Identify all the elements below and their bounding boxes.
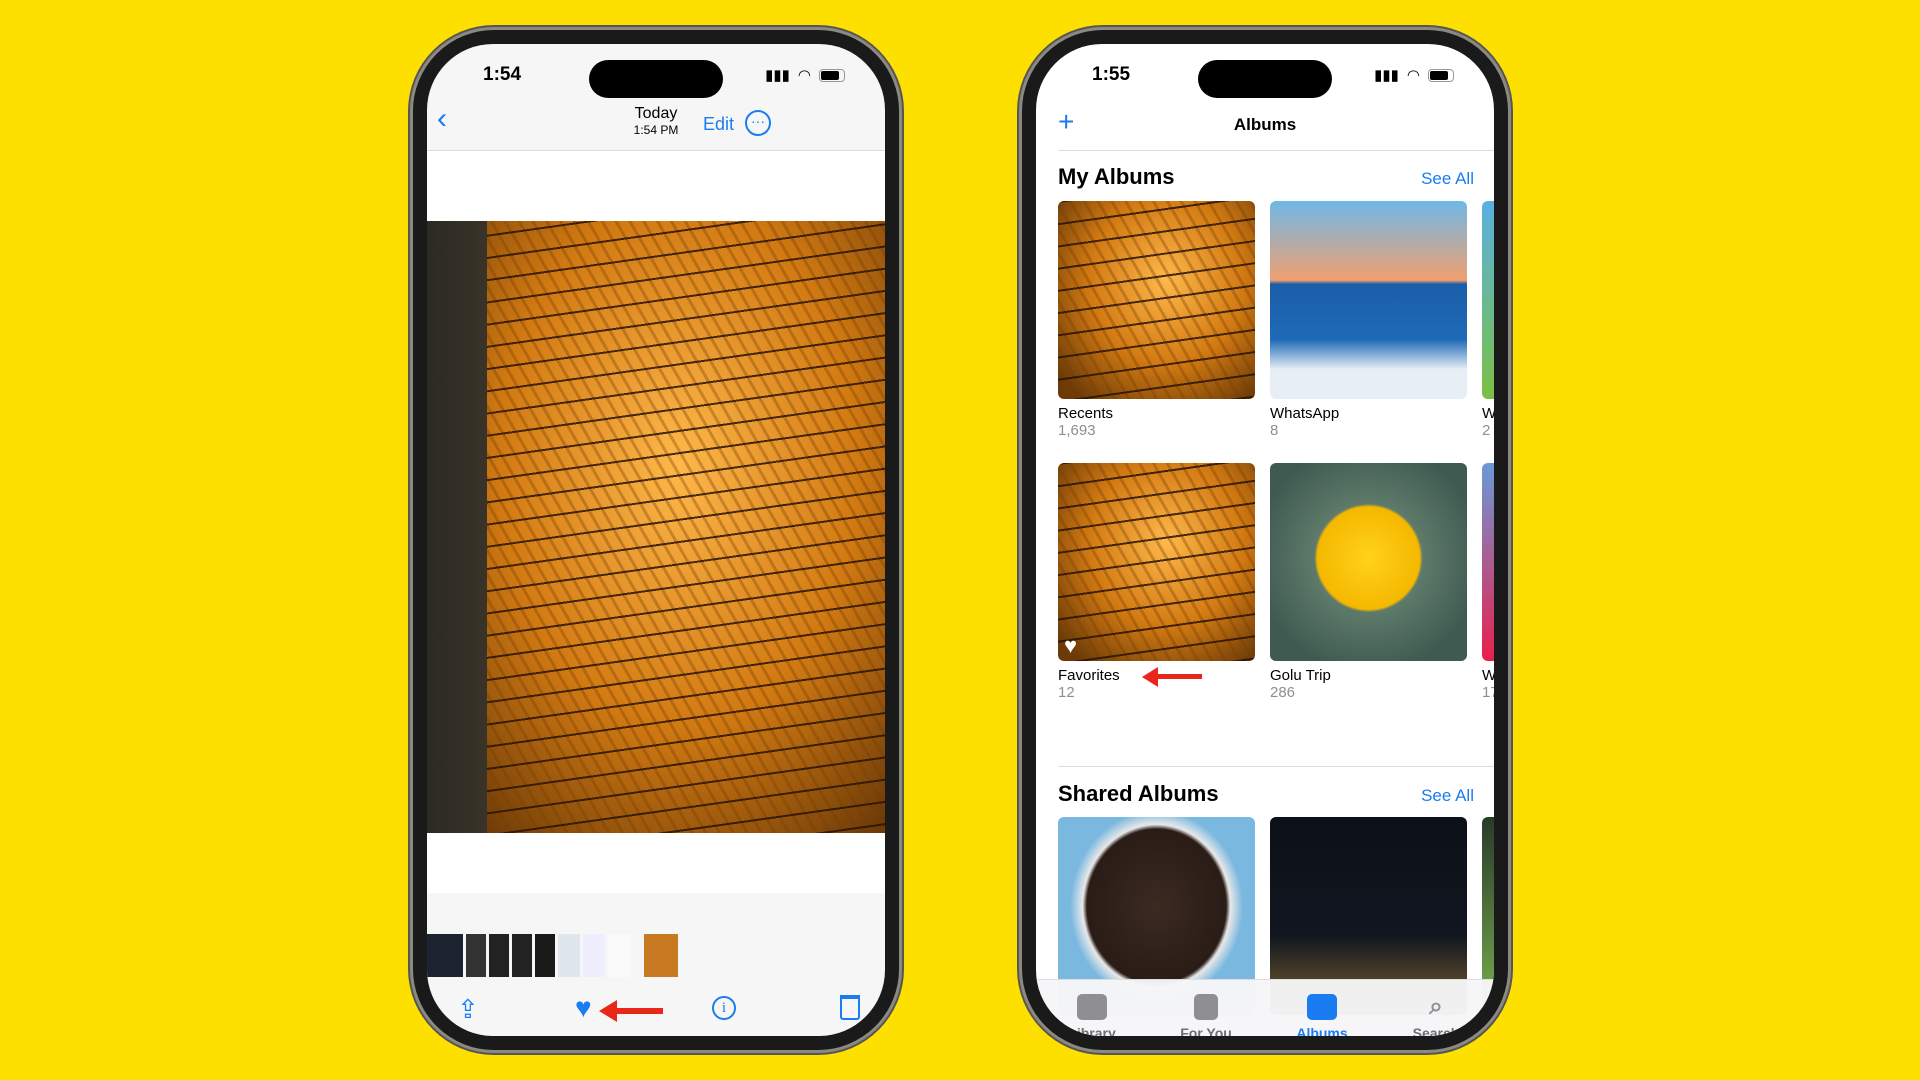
current-thumbnail[interactable] (644, 934, 678, 977)
my-albums-see-all[interactable]: See All (1421, 169, 1474, 189)
tab-bar: Library For You Albums ⌕ Search (1036, 979, 1494, 1036)
signal-icon: ▮▮▮ (765, 67, 790, 84)
album-favorites-label[interactable]: Favorites 12 (1058, 667, 1120, 701)
album-golu-trip-label[interactable]: Golu Trip 286 (1270, 667, 1331, 701)
title-time: 1:54 PM (633, 123, 679, 137)
status-time: 1:55 (1092, 64, 1131, 85)
album-recents-cover[interactable] (1058, 201, 1255, 399)
photo-library-icon (1077, 994, 1107, 1020)
info-icon[interactable]: i (712, 996, 736, 1020)
dynamic-island (1198, 60, 1332, 98)
share-icon[interactable]: ⇪ (457, 994, 479, 1025)
status-time: 1:54 (483, 64, 522, 85)
tab-library[interactable]: Library (1042, 994, 1142, 1036)
annotation-arrowhead (599, 1000, 617, 1022)
page-title: Albums (1233, 115, 1297, 134)
annotation-arrowhead (1142, 667, 1158, 687)
right-phone: 1:55 ▮▮▮ ◠ + Albums My Albums See All Rec… (1019, 27, 1511, 1053)
photo-margin (427, 151, 885, 221)
photo-margin (427, 833, 885, 893)
status-icons: ▮▮▮ ◠ (1374, 66, 1454, 84)
album-partial-label[interactable]: W17 (1482, 667, 1494, 701)
trash-icon[interactable] (840, 995, 860, 1020)
tab-for-you[interactable]: For You (1156, 994, 1256, 1036)
heart-filled-icon[interactable]: ♥ (575, 992, 592, 1024)
album-whatsapp-cover[interactable] (1270, 201, 1467, 399)
tab-search-label: Search (1412, 1025, 1460, 1036)
nav-title: Today 1:54 PM (427, 105, 885, 137)
status-icons: ▮▮▮ ◠ (765, 66, 845, 84)
photo-heater[interactable] (427, 221, 885, 833)
wifi-icon: ◠ (1406, 67, 1420, 84)
shared-albums-heading: Shared Albums (1058, 781, 1219, 806)
albums-icon (1307, 994, 1337, 1020)
album-partial-cover[interactable] (1482, 463, 1494, 661)
heart-icon: ♥ (1064, 633, 1078, 658)
battery-icon (819, 68, 845, 82)
battery-icon (1428, 68, 1454, 82)
tab-albums-label: Albums (1296, 1025, 1348, 1036)
shared-albums-see-all[interactable]: See All (1421, 786, 1474, 806)
tab-library-label: Library (1068, 1025, 1116, 1036)
album-whatsapp-label[interactable]: WhatsApp 8 (1270, 405, 1339, 439)
annotation-arrow (1156, 674, 1202, 679)
photo-viewer-screen: 1:54 ▮▮▮ ◠ ‹ Today 1:54 PM Edit ··· ⇪ ♥ i (427, 44, 885, 1036)
tab-for-you-label: For You (1180, 1025, 1232, 1036)
tab-albums[interactable]: Albums (1272, 994, 1372, 1036)
left-phone: 1:54 ▮▮▮ ◠ ‹ Today 1:54 PM Edit ··· ⇪ ♥ i (410, 27, 902, 1053)
dynamic-island (589, 60, 723, 98)
album-partial-label[interactable]: W2 (1482, 405, 1494, 439)
album-golu-trip-cover[interactable] (1270, 463, 1467, 661)
album-favorites-cover[interactable]: ♥ (1058, 463, 1255, 661)
album-recents-label[interactable]: Recents 1,693 (1058, 405, 1113, 439)
divider (1058, 766, 1494, 767)
album-partial-cover[interactable] (1482, 201, 1494, 399)
for-you-icon (1194, 994, 1218, 1020)
edit-button[interactable]: Edit (703, 114, 734, 135)
search-icon: ⌕ (1429, 993, 1443, 1020)
wifi-icon: ◠ (797, 67, 811, 84)
thumbnail-strip[interactable] (427, 934, 678, 977)
tab-search[interactable]: ⌕ Search (1386, 993, 1486, 1037)
my-albums-heading: My Albums (1058, 164, 1175, 189)
more-icon[interactable]: ··· (745, 110, 771, 136)
signal-icon: ▮▮▮ (1374, 67, 1399, 84)
title-date: Today (634, 105, 678, 122)
albums-screen: 1:55 ▮▮▮ ◠ + Albums My Albums See All Rec… (1036, 44, 1494, 1036)
divider (1058, 150, 1494, 151)
